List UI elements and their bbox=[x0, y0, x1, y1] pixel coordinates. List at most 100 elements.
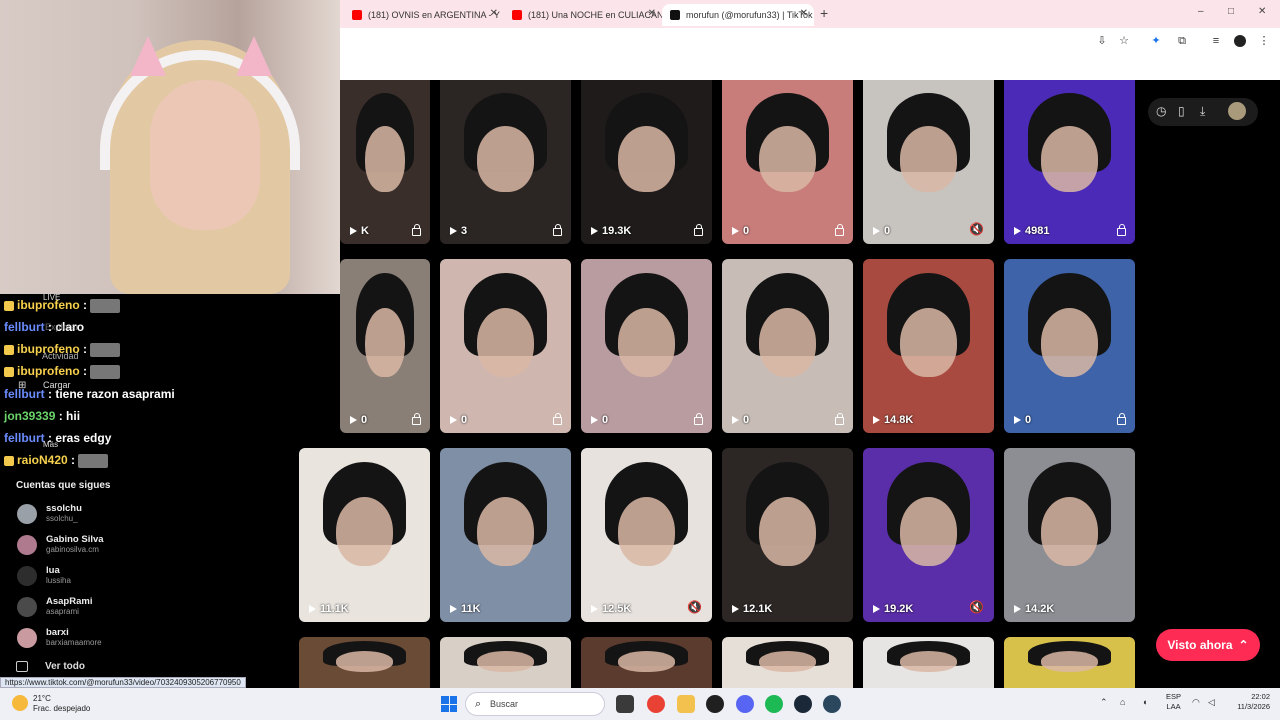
mute-icon[interactable]: 🔇 bbox=[687, 600, 702, 614]
browser-tab-bar: (181) OVNIS en ARGENTINA - Y ✕ (181) Una… bbox=[340, 0, 1280, 28]
ver-todo-link[interactable]: Ver todo bbox=[45, 661, 85, 672]
video-tile[interactable]: 14.8K bbox=[863, 259, 994, 433]
spotify-app-icon[interactable] bbox=[765, 695, 783, 713]
close-icon[interactable]: ✕ bbox=[648, 8, 656, 19]
video-tile[interactable]: 0 bbox=[340, 259, 430, 433]
clock-icon[interactable]: ◷ bbox=[1156, 104, 1166, 118]
video-tile[interactable]: 0 🔇 bbox=[863, 80, 994, 244]
video-tile[interactable]: 0 bbox=[1004, 259, 1135, 433]
video-tile[interactable] bbox=[299, 637, 430, 688]
profile-avatar[interactable] bbox=[1234, 35, 1246, 47]
video-tile[interactable] bbox=[581, 637, 712, 688]
minimize-button[interactable]: – bbox=[1198, 6, 1204, 17]
puzzle-icon[interactable]: ⧉ bbox=[1176, 35, 1188, 47]
language-indicator[interactable]: ESP LAA bbox=[1166, 692, 1181, 712]
chrome-app-icon[interactable] bbox=[647, 695, 665, 713]
menu-icon[interactable]: ⋮ bbox=[1258, 35, 1270, 47]
weather-widget[interactable]: 21°C Frac. despejado bbox=[33, 694, 90, 714]
download-icon[interactable]: ⤓ bbox=[1200, 104, 1205, 119]
live-label[interactable]: LIVE bbox=[43, 293, 60, 302]
lock-icon bbox=[1117, 413, 1126, 425]
chat-message: raioN420 : bbox=[4, 453, 109, 468]
video-tile[interactable]: 19.2K 🔇 bbox=[863, 448, 994, 622]
video-tile[interactable] bbox=[1004, 637, 1135, 688]
video-tile[interactable]: 0 bbox=[581, 259, 712, 433]
video-tile[interactable]: 19.3K bbox=[581, 80, 712, 244]
clock-time: 22:02 bbox=[1251, 692, 1270, 701]
visto-ahora-button[interactable]: Visto ahora ⌃ bbox=[1156, 629, 1260, 661]
close-window-button[interactable]: ✕ bbox=[1258, 6, 1266, 17]
video-tile[interactable]: 0 bbox=[722, 259, 853, 433]
mute-icon[interactable]: 🔇 bbox=[969, 222, 984, 236]
maximize-button[interactable]: □ bbox=[1228, 6, 1234, 17]
video-tile[interactable]: K bbox=[340, 80, 430, 244]
video-tile[interactable] bbox=[863, 637, 994, 688]
following-account[interactable]: ssolchu ssolchu_ bbox=[17, 502, 277, 530]
chat-username[interactable]: fellburt bbox=[4, 320, 45, 334]
thumbnail-face bbox=[1040, 307, 1099, 378]
lock-icon bbox=[553, 413, 562, 425]
media-icon[interactable]: ≡ bbox=[1210, 35, 1222, 47]
steam-app-icon[interactable] bbox=[794, 695, 812, 713]
view-count-text: 12.1K bbox=[743, 603, 773, 615]
upload-icon[interactable]: ⊞ bbox=[18, 380, 26, 391]
play-icon bbox=[450, 227, 457, 235]
bookmark-star-icon[interactable]: ☆ bbox=[1118, 35, 1130, 47]
explorar-label[interactable]: Explorar bbox=[45, 322, 79, 332]
video-tile[interactable]: 12.1K bbox=[722, 448, 853, 622]
close-icon[interactable]: ✕ bbox=[800, 8, 808, 19]
weather-sun-icon[interactable] bbox=[12, 695, 28, 711]
video-tile[interactable]: 11K bbox=[440, 448, 571, 622]
following-account[interactable]: lua lussiha bbox=[17, 564, 277, 592]
tab-ovnis[interactable]: (181) OVNIS en ARGENTINA - Y ✕ bbox=[344, 4, 504, 26]
video-tile[interactable]: 12.5K 🔇 bbox=[581, 448, 712, 622]
wifi-icon[interactable]: ◠ bbox=[1192, 697, 1200, 708]
following-account[interactable]: AsapRami asaprami bbox=[17, 595, 277, 623]
actividad-label[interactable]: Actividad bbox=[42, 351, 79, 361]
following-account[interactable]: barxi barxiamaamore bbox=[17, 626, 277, 654]
view-count: 19.2K bbox=[873, 603, 913, 615]
install-icon[interactable]: ⇩ bbox=[1096, 35, 1108, 47]
view-count: 12.5K bbox=[591, 603, 631, 615]
video-tile[interactable]: 14.2K bbox=[1004, 448, 1135, 622]
cargar-label[interactable]: Cargar bbox=[43, 380, 71, 390]
steam-app-2-icon[interactable] bbox=[823, 695, 841, 713]
avatar[interactable] bbox=[1228, 102, 1246, 120]
video-tile[interactable]: 0 bbox=[722, 80, 853, 244]
view-count-text: 11.1K bbox=[320, 603, 349, 615]
mas-label[interactable]: Más bbox=[43, 440, 58, 449]
chat-username[interactable]: raioN420 bbox=[17, 453, 68, 467]
tab-tiktok[interactable]: morufun (@morufun33) | TikTok ✕ bbox=[662, 4, 814, 26]
folder-app-icon[interactable] bbox=[677, 695, 695, 713]
video-tile[interactable]: 4981 bbox=[1004, 80, 1135, 244]
chat-emote bbox=[78, 453, 109, 468]
mic-icon[interactable]: ◖ bbox=[1142, 697, 1147, 707]
windows-start-icon[interactable] bbox=[441, 696, 457, 712]
taskbar-search[interactable]: ⌕ Buscar bbox=[465, 692, 605, 716]
system-clock[interactable]: 22:02 11/3/2026 bbox=[1222, 692, 1270, 712]
discord-app-icon[interactable] bbox=[736, 695, 754, 713]
video-tile[interactable]: 3 bbox=[440, 80, 571, 244]
thumbnail-face bbox=[899, 496, 958, 567]
view-count: 19.3K bbox=[591, 225, 631, 237]
volume-icon[interactable]: ◁ bbox=[1208, 697, 1215, 708]
chevron-up-icon[interactable]: ⌃ bbox=[1100, 697, 1108, 708]
file-explorer-app-icon[interactable] bbox=[616, 695, 634, 713]
video-tile[interactable] bbox=[440, 637, 571, 688]
video-tile[interactable]: 0 bbox=[440, 259, 571, 433]
video-tile[interactable] bbox=[722, 637, 853, 688]
thumbnail-face bbox=[476, 125, 535, 192]
chat-username[interactable]: ibuprofeno bbox=[17, 364, 80, 378]
mute-icon[interactable]: 🔇 bbox=[969, 600, 984, 614]
chat-username[interactable]: fellburt bbox=[4, 431, 45, 445]
network-icon[interactable]: ⌂ bbox=[1120, 697, 1125, 707]
following-account[interactable]: Gabino Silva gabinosilva.cm bbox=[17, 533, 277, 561]
tab-culiacan[interactable]: (181) Una NOCHE en CULIACAN ✕ bbox=[504, 4, 662, 26]
obs-app-icon[interactable] bbox=[706, 695, 724, 713]
new-tab-button[interactable]: + bbox=[820, 5, 828, 21]
extension-icon[interactable]: ✦ bbox=[1150, 35, 1162, 47]
phone-icon[interactable]: ▯ bbox=[1178, 104, 1185, 118]
chat-username[interactable]: jon39339 bbox=[4, 409, 55, 423]
video-tile[interactable]: 11.1K bbox=[299, 448, 430, 622]
close-icon[interactable]: ✕ bbox=[490, 8, 498, 19]
